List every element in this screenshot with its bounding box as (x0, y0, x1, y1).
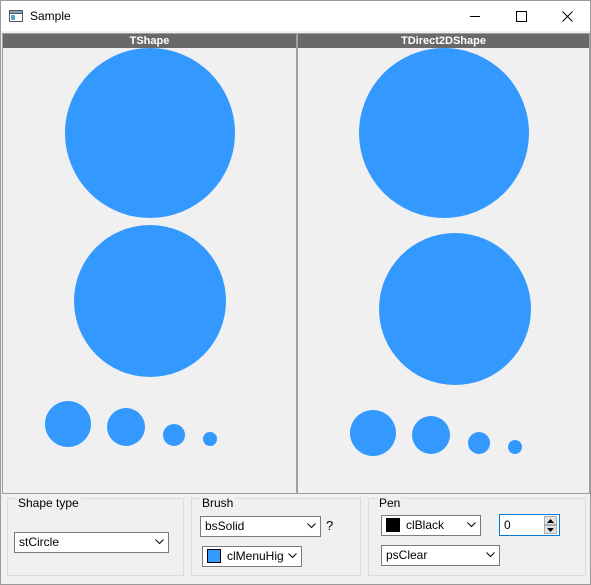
pen-color-select[interactable]: clBlack (381, 515, 481, 536)
d2d-circle-small-1 (350, 410, 396, 456)
pen-width-value: 0 (504, 518, 511, 532)
maximize-button[interactable] (498, 1, 544, 31)
pen-color-value: clBlack (406, 518, 445, 532)
brush-label: Brush (200, 496, 236, 510)
d2d-circle-small-4 (508, 440, 522, 454)
window-title: Sample (30, 9, 71, 23)
pen-group: Pen clBlack 0 psClear (368, 496, 586, 576)
maximize-icon (515, 10, 527, 22)
chevron-down-icon (155, 539, 164, 545)
chevron-down-icon (467, 522, 476, 528)
d2d-circle-small-3 (468, 432, 490, 454)
tdirect2dshape-canvas (350, 48, 531, 456)
brush-color-swatch (207, 548, 221, 563)
pen-color-swatch (386, 517, 400, 532)
pen-style-value: psClear (386, 548, 428, 562)
brush-group: Brush bsSolid ? clMenuHig (191, 496, 361, 576)
tshape-panel: TShape (2, 33, 297, 494)
pen-width-spinedit[interactable]: 0 (499, 514, 560, 536)
shape-type-select[interactable]: stCircle (14, 532, 169, 553)
brush-style-select[interactable]: bsSolid (200, 516, 321, 537)
brush-style-value: bsSolid (205, 519, 245, 533)
pen-width-spin-buttons (544, 516, 557, 534)
minimize-button[interactable] (452, 1, 498, 31)
shape-type-group: Shape type stCircle (7, 496, 184, 576)
tshape-circle-small-2 (107, 408, 145, 446)
tshape-circle-small-4 (203, 432, 217, 446)
minimize-icon (469, 15, 480, 17)
pen-style-select[interactable]: psClear (381, 545, 500, 566)
brush-color-value: clMenuHig (227, 549, 284, 563)
close-icon (561, 10, 573, 22)
app-icon (9, 10, 23, 22)
arrow-up-icon (547, 518, 554, 523)
chevron-down-icon (288, 553, 297, 559)
brush-color-select[interactable]: clMenuHig (202, 546, 302, 567)
tdirect2dshape-panel: TDirect2DShape (297, 33, 590, 494)
close-button[interactable] (544, 1, 590, 31)
title-bar[interactable]: Sample (1, 1, 590, 31)
chevron-down-icon (486, 552, 495, 558)
pen-label: Pen (377, 496, 403, 510)
tshape-circle-medium (74, 225, 226, 377)
d2d-circle-small-2 (412, 416, 450, 454)
d2d-circle-medium (379, 233, 531, 385)
shape-type-label: Shape type (16, 496, 81, 510)
tshape-circle-large (65, 48, 235, 218)
tshape-circle-small-3 (163, 424, 185, 446)
d2d-circle-large (359, 48, 529, 218)
arrow-down-icon (547, 527, 554, 532)
tshape-canvas (45, 48, 235, 447)
spin-down-button[interactable] (544, 525, 557, 534)
brush-help-mark[interactable]: ? (326, 519, 333, 533)
tshape-circle-small-1 (45, 401, 91, 447)
main-window: Sample TShape TDirect2DShape Shape type … (0, 0, 591, 585)
spin-up-button[interactable] (544, 516, 557, 525)
chevron-down-icon (307, 523, 316, 529)
shape-type-value: stCircle (19, 535, 60, 549)
